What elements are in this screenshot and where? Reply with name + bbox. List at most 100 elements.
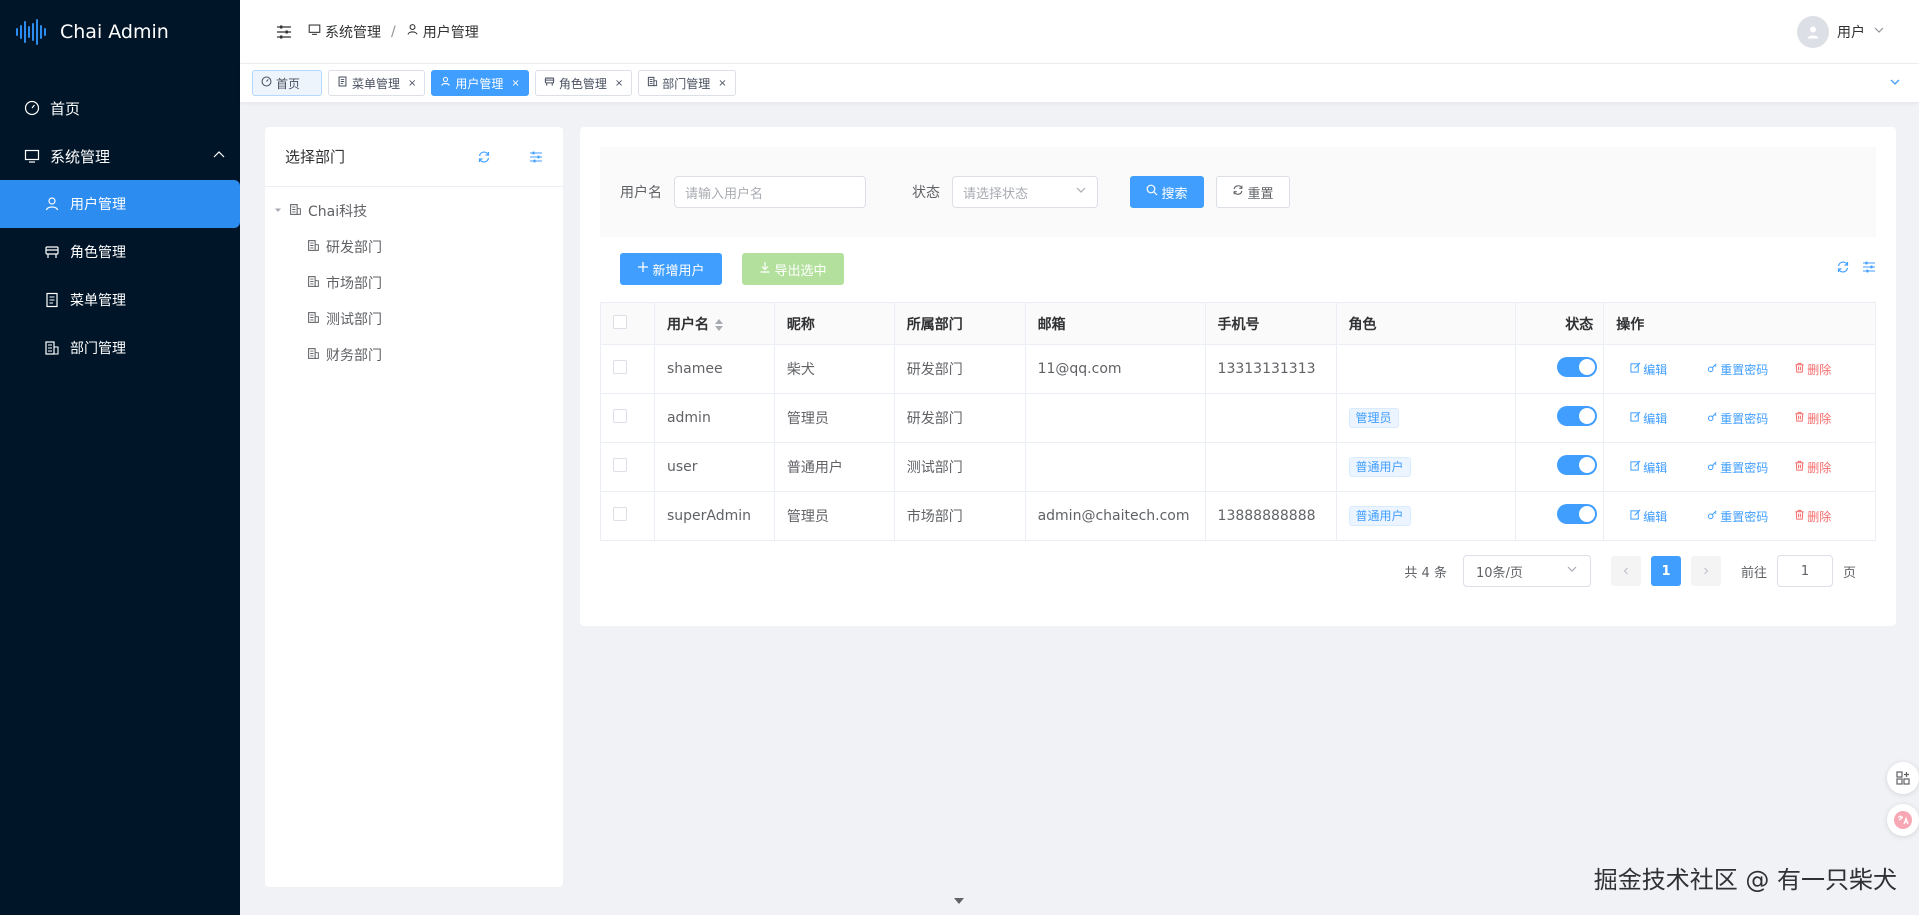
caret-down-icon[interactable]: [273, 203, 283, 219]
user-icon: [440, 76, 451, 90]
column-header-username[interactable]: 用户名: [653, 302, 775, 345]
row-checkbox[interactable]: [613, 458, 627, 472]
collapse-sidebar-icon[interactable]: [274, 22, 294, 42]
breadcrumb: 系统管理 / 用户管理: [308, 22, 479, 42]
add-user-button[interactable]: 新增用户: [620, 253, 722, 285]
column-header-role: 角色: [1335, 302, 1517, 345]
tab-menu-management[interactable]: 菜单管理 ×: [328, 70, 426, 96]
sidebar-item-label: 菜单管理: [70, 293, 126, 309]
role-icon: [544, 76, 555, 90]
cell-role: 管理员: [1335, 393, 1517, 443]
delete-button[interactable]: 删除: [1794, 459, 1831, 476]
breadcrumb-item-system[interactable]: 系统管理: [308, 22, 381, 42]
tree-node[interactable]: 测试部门: [265, 301, 563, 337]
key-icon: [1707, 362, 1718, 376]
sidebar-item-system[interactable]: 系统管理: [0, 132, 240, 180]
sidebar-item-home[interactable]: 首页: [0, 84, 240, 132]
delete-button[interactable]: 删除: [1794, 508, 1831, 525]
column-header-status: 状态: [1515, 302, 1605, 345]
status-switch[interactable]: [1557, 406, 1598, 426]
grid-apps-icon[interactable]: [1887, 762, 1919, 794]
page-size-value: 10条/页: [1475, 565, 1523, 581]
select-all-checkbox[interactable]: [613, 314, 627, 329]
tab-close-icon[interactable]: ×: [511, 78, 519, 89]
cell-nickname: 柴犬: [773, 344, 895, 394]
username-search-input[interactable]: 请输入用户名: [674, 176, 866, 208]
cell-status: [1515, 491, 1605, 541]
edit-icon: [1630, 509, 1641, 523]
key-icon: [1707, 411, 1718, 425]
next-page-button[interactable]: [1690, 556, 1721, 586]
sidebar-item-label: 部门管理: [70, 341, 126, 357]
sort-icon[interactable]: [714, 318, 723, 331]
status-switch[interactable]: [1557, 357, 1598, 377]
tab-role-management[interactable]: 角色管理 ×: [534, 70, 633, 96]
refresh-icon: [1232, 184, 1244, 200]
tree-node[interactable]: 研发部门: [265, 229, 563, 265]
tab-label: 菜单管理: [352, 76, 401, 91]
reset-password-button[interactable]: 重置密码: [1707, 459, 1768, 476]
refresh-icon[interactable]: [1836, 260, 1850, 278]
delete-button[interactable]: 删除: [1794, 361, 1831, 378]
tab-home[interactable]: 首页: [252, 70, 322, 96]
edit-button[interactable]: 编辑: [1630, 410, 1667, 427]
reset-password-button[interactable]: 重置密码: [1707, 508, 1768, 525]
page-size-select[interactable]: 10条/页: [1462, 555, 1591, 587]
tab-dept-management[interactable]: 部门管理 ×: [638, 70, 736, 96]
edit-button[interactable]: 编辑: [1630, 361, 1667, 378]
cell-email: admin@chaitech.com: [1024, 491, 1206, 541]
column-settings-icon[interactable]: [1862, 260, 1876, 278]
tab-close-icon[interactable]: ×: [615, 78, 623, 89]
refresh-icon[interactable]: [477, 150, 491, 164]
translate-icon[interactable]: [1887, 804, 1919, 836]
tab-close-icon[interactable]: ×: [718, 78, 726, 89]
cell-actions: 编辑 重置密码 删除: [1603, 491, 1876, 541]
chevron-down-icon[interactable]: [1889, 76, 1901, 92]
sidebar-item-role-management[interactable]: 角色管理: [0, 228, 240, 276]
user-menu[interactable]: 用户: [1797, 16, 1885, 48]
header: 系统管理 / 用户管理 用户: [240, 0, 1919, 64]
tree-node-label: 财务部门: [326, 348, 382, 364]
edit-button[interactable]: 编辑: [1630, 459, 1667, 476]
scroll-down-icon[interactable]: [950, 893, 968, 913]
status-switch[interactable]: [1557, 504, 1598, 524]
tab-close-icon[interactable]: ×: [408, 78, 416, 89]
avatar[interactable]: [1797, 16, 1829, 48]
status-switch[interactable]: [1557, 455, 1598, 475]
prev-page-button[interactable]: [1610, 556, 1641, 586]
sidebar-item-dept-management[interactable]: 部门管理: [0, 324, 240, 372]
tree-node[interactable]: 市场部门: [265, 265, 563, 301]
dashboard-icon: [24, 100, 40, 116]
search-button[interactable]: 搜索: [1130, 176, 1204, 208]
breadcrumb-item-user: 用户管理: [406, 22, 479, 42]
delete-button[interactable]: 删除: [1794, 410, 1831, 427]
key-icon: [1707, 460, 1718, 474]
tab-user-management[interactable]: 用户管理 ×: [431, 70, 529, 96]
page-number-button[interactable]: 1: [1650, 556, 1681, 586]
tree-node[interactable]: 财务部门: [265, 337, 563, 373]
building-icon: [307, 311, 320, 328]
reset-password-button[interactable]: 重置密码: [1707, 410, 1768, 427]
row-checkbox[interactable]: [613, 360, 627, 374]
settings-icon[interactable]: [529, 150, 543, 164]
cell-username: admin: [653, 393, 775, 443]
row-checkbox[interactable]: [613, 409, 627, 423]
edit-button[interactable]: 编辑: [1630, 508, 1667, 525]
cell-dept: 研发部门: [893, 393, 1026, 443]
tree-node-root[interactable]: Chai科技: [265, 193, 563, 229]
goto-page-input[interactable]: 1: [1776, 555, 1833, 587]
row-checkbox[interactable]: [613, 507, 627, 521]
search-icon: [1146, 184, 1158, 200]
dept-panel-title: 选择部门: [285, 148, 346, 166]
sidebar-item-menu-management[interactable]: 菜单管理: [0, 276, 240, 324]
reset-password-button[interactable]: 重置密码: [1707, 361, 1768, 378]
cell-dept: 测试部门: [893, 442, 1026, 492]
sidebar-item-label: 角色管理: [70, 245, 126, 261]
logo[interactable]: Chai Admin: [0, 0, 240, 64]
sidebar-item-user-management[interactable]: 用户管理: [0, 180, 240, 228]
edit-icon: [1630, 362, 1641, 376]
export-selected-button[interactable]: 导出选中: [742, 253, 844, 285]
reset-button[interactable]: 重置: [1216, 176, 1290, 208]
status-select[interactable]: 请选择状态: [952, 176, 1098, 208]
column-header-nickname: 昵称: [773, 302, 895, 345]
